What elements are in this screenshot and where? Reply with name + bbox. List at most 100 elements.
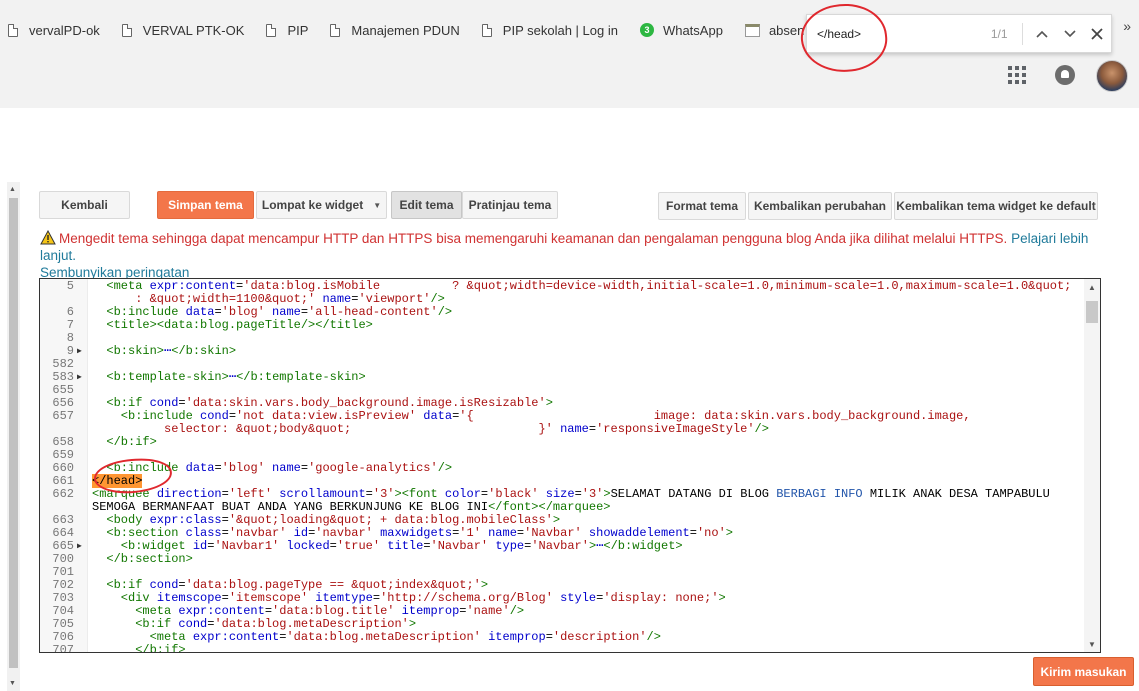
scroll-down-arrow-icon[interactable]: ▼ (9, 680, 16, 687)
code-token: </title> (315, 318, 373, 332)
code-token: 'data:blog.metaDescription' (286, 630, 481, 644)
page-scrollbar-thumb[interactable] (9, 198, 18, 668)
code-content[interactable]: 5 <meta expr:content='data:blog.isMobile… (40, 280, 1084, 653)
code-line[interactable]: 660 <b:include data='blog' name='google-… (40, 462, 1084, 475)
code-token: <b:include (92, 409, 201, 423)
send-feedback-button[interactable]: Kirim masukan (1033, 657, 1134, 686)
scroll-up-arrow-icon[interactable]: ▲ (9, 186, 16, 193)
bookmark-item[interactable]: PIP (266, 18, 308, 42)
editor-scroll-down-icon[interactable]: ▼ (1088, 640, 1096, 649)
code-token: <b:skin> (92, 344, 165, 358)
code-line[interactable]: 7 <title><data:blog.pageTitle/></title> (40, 319, 1084, 332)
code-token: ⋯ (228, 370, 237, 384)
find-previous-button[interactable] (1029, 20, 1057, 48)
code-token: '{ image: data:skin.vars.body_background… (459, 409, 971, 423)
code-token: = (264, 604, 273, 618)
bookmark-item[interactable]: VERVAL PTK-OK (121, 18, 244, 42)
edit-theme-tab[interactable]: Edit tema (391, 191, 462, 219)
document-icon (481, 23, 492, 37)
find-close-button[interactable] (1084, 20, 1112, 48)
code-token: 'name' (466, 604, 510, 618)
code-token: 'responsiveImageStyle' (596, 422, 755, 436)
code-token: = (221, 526, 229, 540)
fold-arrow-icon[interactable]: ▶ (77, 540, 82, 553)
html-code-editor[interactable]: 5 <meta expr:content='data:blog.isMobile… (39, 278, 1101, 653)
code-token: color (444, 487, 481, 501)
notifications-bell-icon[interactable] (1055, 65, 1075, 85)
code-token: size (538, 487, 575, 501)
code-token: 'data:blog.metaDescription' (214, 617, 409, 631)
code-token: SEMOGA BERMANFAAT BUAT ANDA YANG BERKUNJ… (92, 500, 489, 514)
whatsapp-icon: 3 (639, 23, 654, 37)
code-line[interactable]: 9 ▶ <b:skin>⋯</b:skin> (40, 345, 1084, 358)
editor-scrollbar[interactable]: ▲ ▼ (1084, 279, 1100, 652)
code-token: <font (401, 487, 445, 501)
code-token: BERBAGI INFO (776, 487, 863, 501)
user-avatar[interactable] (1096, 60, 1128, 92)
find-next-button[interactable] (1056, 20, 1084, 48)
back-button[interactable]: Kembali (39, 191, 130, 219)
code-token: expr:content (192, 630, 280, 644)
code-token: itemprop (394, 604, 460, 618)
code-token: SELAMAT DATANG DI BLOG (610, 487, 777, 501)
code-token: data (185, 461, 215, 475)
code-token: id (286, 526, 309, 540)
code-token: itemtype (308, 591, 373, 605)
bookmark-item[interactable]: vervalPD-ok (8, 18, 100, 42)
close-icon (1091, 27, 1103, 40)
code-token: = (228, 409, 237, 423)
code-line[interactable]: 700 </b:section> (40, 553, 1084, 566)
fold-arrow-icon[interactable]: ▶ (77, 345, 82, 358)
code-token: name (264, 461, 301, 475)
code-token: data (185, 305, 215, 319)
bookmark-item[interactable]: PIP sekolah | Log in (481, 18, 618, 42)
code-text: <b:template-skin>⋯</b:template-skin> (92, 370, 365, 384)
bookmark-item[interactable]: Manajemen PDUN (330, 18, 460, 42)
code-token: direction (156, 487, 222, 501)
code-token: /> (509, 604, 525, 618)
fold-arrow-icon[interactable]: ▶ (77, 371, 82, 384)
code-token: <marquee (92, 487, 157, 501)
code-token: </b:skin> (171, 344, 237, 358)
code-token: 'navbar' (228, 526, 287, 540)
code-token: </b:widget> (603, 539, 683, 553)
find-input[interactable] (807, 18, 975, 49)
code-line[interactable]: 583 ▶ <b:template-skin>⋯</b:template-skin… (40, 371, 1084, 384)
bookmark-item[interactable]: 3 WhatsApp (639, 18, 723, 42)
code-token: 'Navbar1' (214, 539, 280, 553)
find-divider (1021, 22, 1023, 45)
code-token: = (300, 461, 309, 475)
code-token: <b:include (92, 305, 186, 319)
format-theme-button[interactable]: Format tema (658, 192, 746, 220)
code-text: <b:include data='blog' name='google-anal… (92, 462, 452, 475)
save-theme-button[interactable]: Simpan tema (157, 191, 254, 219)
editor-scroll-up-icon[interactable]: ▲ (1088, 283, 1096, 292)
code-token: > (718, 591, 726, 605)
code-token: selector: &quot;body&quot; }' (92, 422, 553, 436)
jump-to-widget-dropdown[interactable]: Lompat ke widget ▼ (256, 191, 387, 219)
bookmark-label: PIP sekolah | Log in (502, 22, 618, 38)
apps-grid-icon[interactable] (1008, 66, 1026, 84)
preview-theme-tab[interactable]: Pratinjau tema (462, 191, 558, 219)
code-token: /> (754, 422, 769, 436)
editor-scrollbar-thumb[interactable] (1086, 301, 1098, 323)
line-number: 707 (52, 643, 74, 653)
page-scrollbar[interactable]: ▲ ▼ (7, 182, 20, 691)
code-token: /> (437, 461, 453, 475)
code-token: showaddelement (581, 526, 690, 540)
code-token: <b:include (92, 461, 186, 475)
reset-widgets-button[interactable]: Kembalikan tema widget ke default (894, 192, 1098, 220)
code-line[interactable]: 707 </b:if> (40, 644, 1084, 653)
revert-changes-button[interactable]: Kembalikan perubahan (748, 192, 892, 220)
code-token: 'data:skin.vars.body_background.image.is… (185, 396, 546, 410)
code-line[interactable]: selector: &quot;body&quot; }' name='resp… (40, 423, 1084, 436)
code-text: <title><data:blog.pageTitle/></title> (92, 318, 373, 332)
code-token: 'black' (488, 487, 539, 501)
bookmarks-overflow-button[interactable]: » (1123, 18, 1131, 34)
code-token: </b:if> (92, 435, 157, 449)
search-highlight-match: </head> (92, 474, 143, 488)
code-line[interactable]: 658 </b:if> (40, 436, 1084, 449)
code-line[interactable]: 706 <meta expr:content='data:blog.metaDe… (40, 631, 1084, 644)
code-line[interactable]: 665 ▶ <b:widget id='Navbar1' locked='true… (40, 540, 1084, 553)
code-token: = (574, 487, 582, 501)
